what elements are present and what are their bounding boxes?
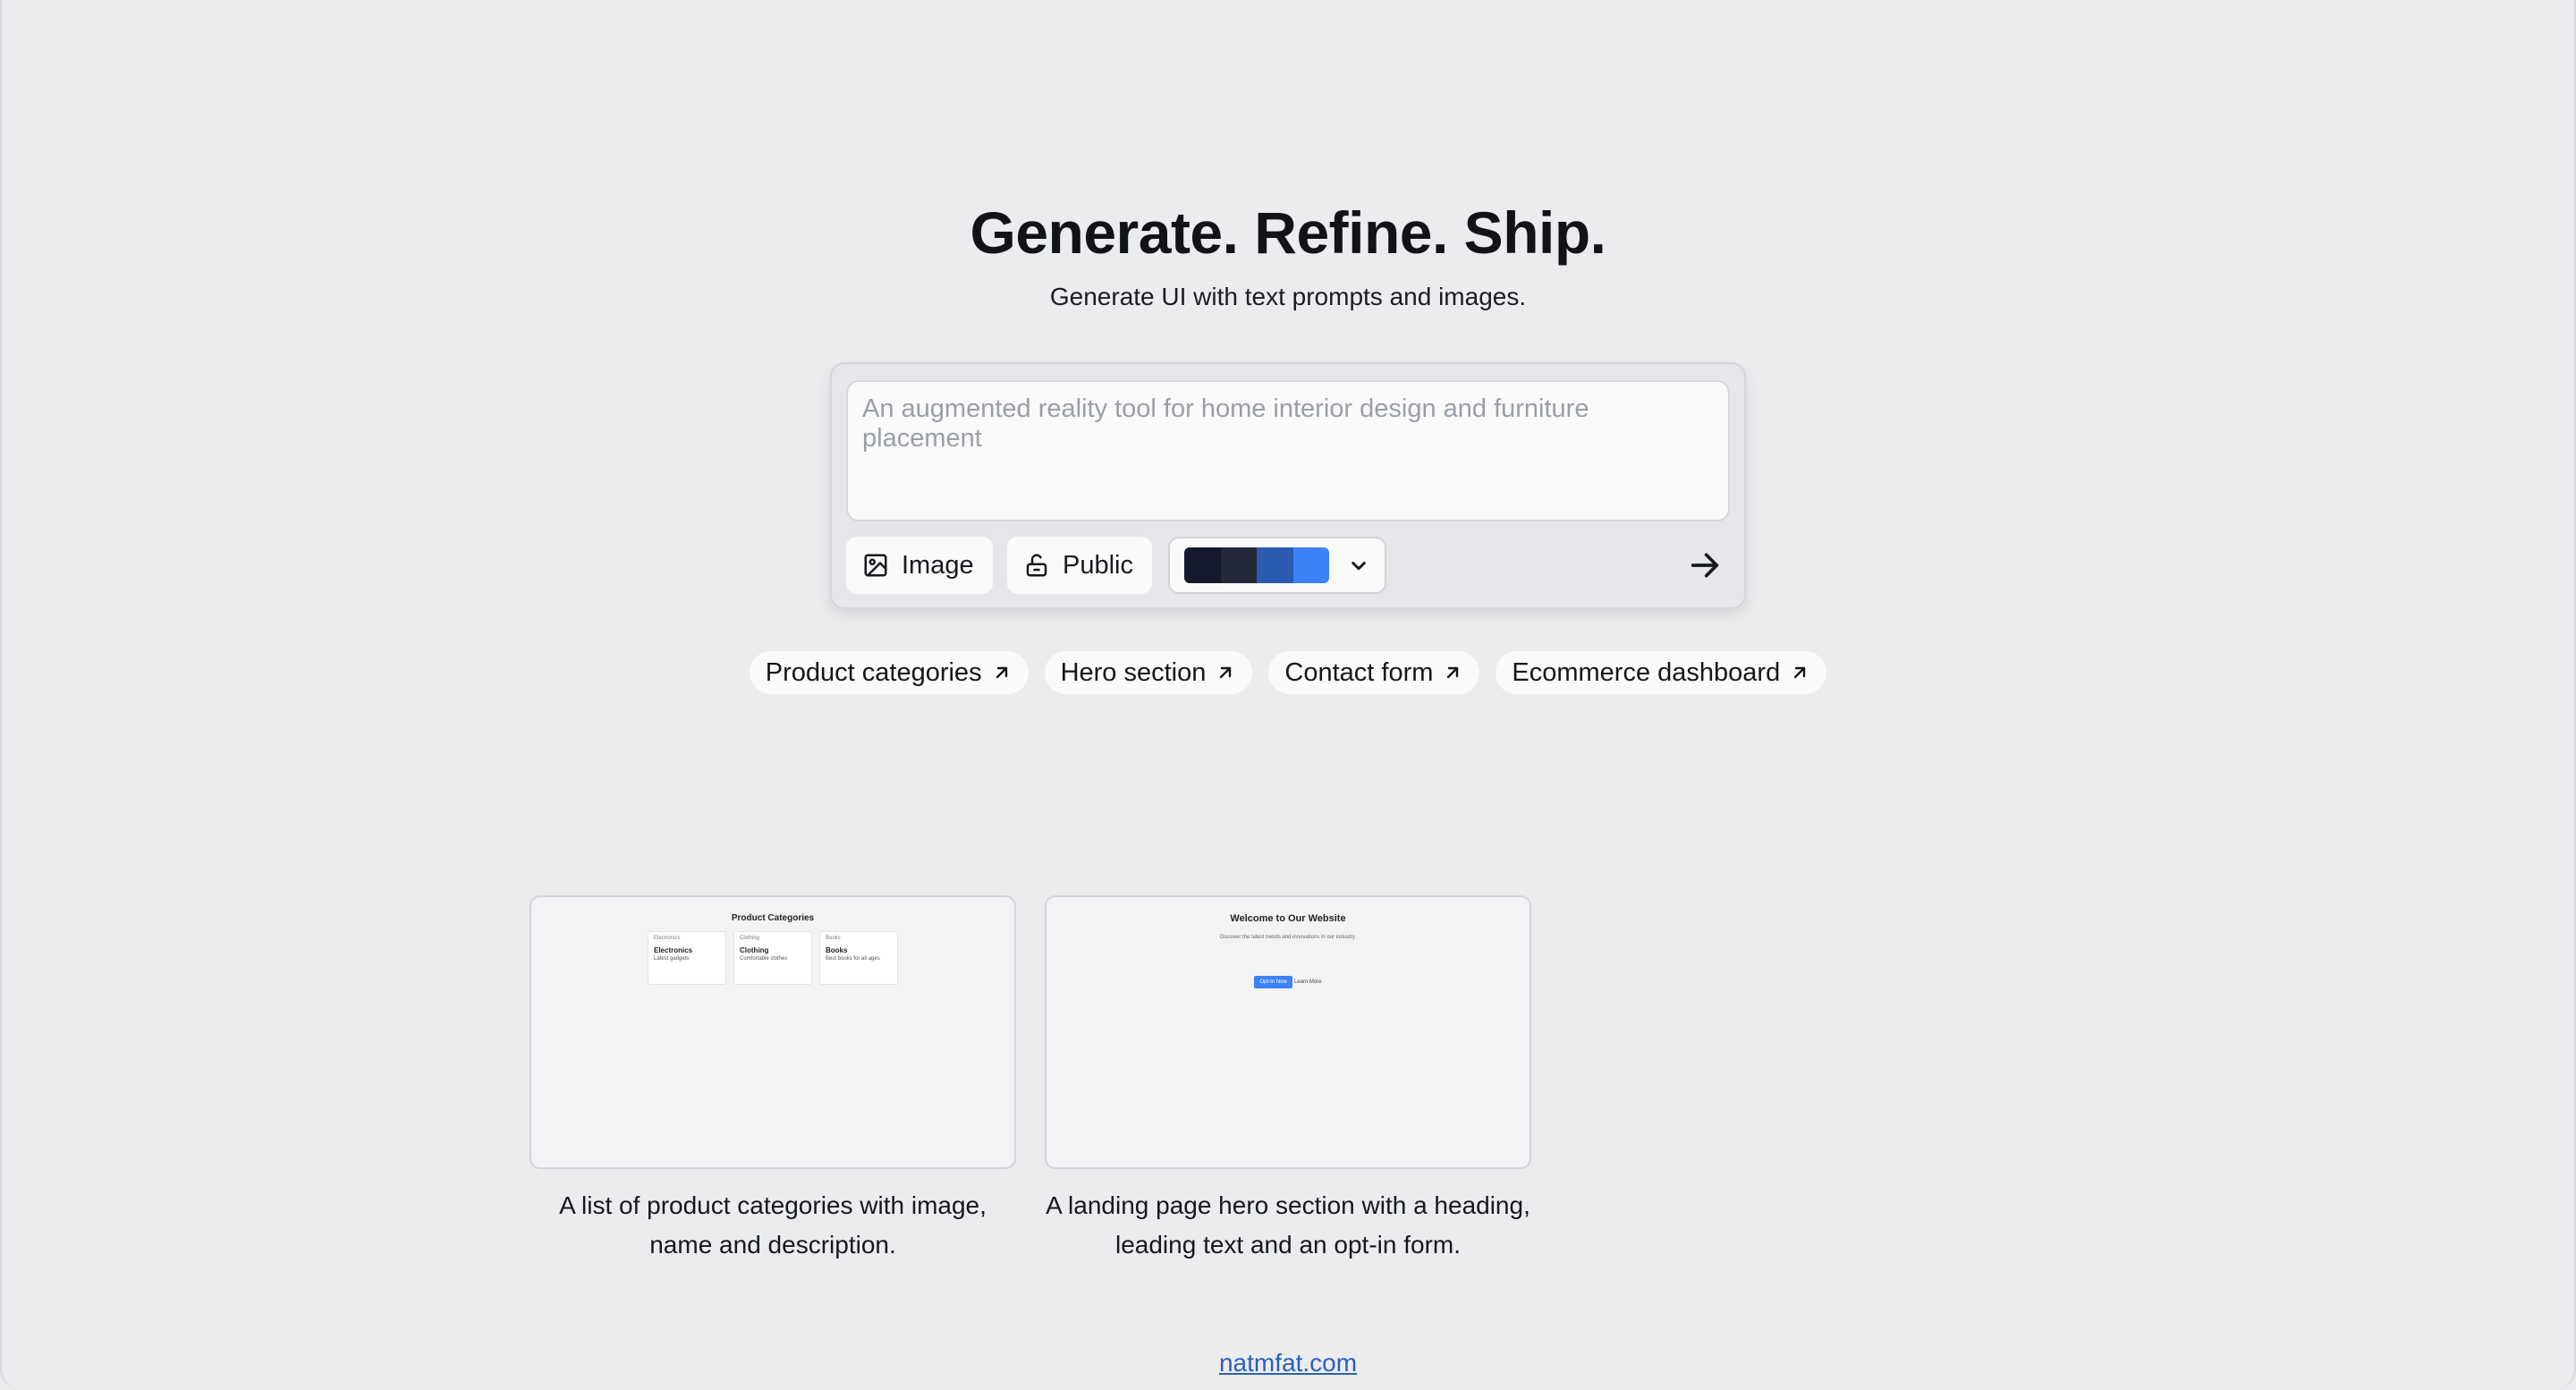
unlock-icon <box>1026 554 1047 577</box>
visibility-toggle-button[interactable]: Public <box>1007 537 1152 594</box>
image-icon <box>864 554 887 577</box>
prompt-composer: Image Public <box>830 362 1746 609</box>
preview-tile-desc: Best books for all ages <box>826 956 880 962</box>
image-button-label: Image <box>902 550 974 580</box>
suggestion-chips: Product categories Hero section Contact … <box>0 651 2576 694</box>
preview-optin-button: Opt-In Now <box>1254 976 1292 988</box>
preview-image-alt: Clothing <box>740 936 760 941</box>
preview-title: Product Categories <box>731 913 815 923</box>
footer-link[interactable]: natmfat.com <box>0 1349 2576 1377</box>
preview-tile-name: Books <box>826 946 848 954</box>
preview-tile: Electronics Electronics Latest gadgets <box>648 931 726 985</box>
example-card-product-categories[interactable]: Product Categories Electronics Electroni… <box>530 895 1016 1169</box>
swatch <box>1257 547 1293 583</box>
visibility-button-label: Public <box>1063 550 1133 580</box>
example-card-hero-section[interactable]: Welcome to Our Website Discover the late… <box>1045 895 1531 1169</box>
example-caption: A landing page hero section with a headi… <box>1046 1191 1530 1259</box>
arrow-up-right-icon <box>1220 666 1232 679</box>
swatch <box>1292 547 1329 583</box>
preview-tiles: Electronics Electronics Latest gadgets C… <box>648 931 898 985</box>
swatch <box>1184 547 1221 583</box>
theme-swatches <box>1184 547 1329 583</box>
chip-label: Hero section <box>1060 657 1207 687</box>
example-caption: A list of product categories with image,… <box>559 1191 987 1259</box>
arrow-up-right-icon <box>996 666 1007 679</box>
chip-label: Contact form <box>1284 657 1434 687</box>
preview-image-alt: Books <box>826 936 841 941</box>
image-upload-button[interactable]: Image <box>846 537 993 594</box>
preview-image-alt: Electronics <box>654 936 681 941</box>
page-subtitle: Generate UI with text prompts and images… <box>1049 283 1527 310</box>
preview-tile: Clothing Clothing Comfortable clothes <box>733 931 812 985</box>
submit-arrow-icon[interactable] <box>1687 547 1723 583</box>
theme-color-select[interactable] <box>1168 537 1386 594</box>
page-title: Generate. Refine. Ship. <box>970 199 1606 266</box>
arrow-up-right-icon <box>1794 666 1806 679</box>
preview-title: Welcome to Our Website <box>1230 913 1346 924</box>
suggestion-chip-contact-form[interactable]: Contact form <box>1268 651 1480 694</box>
preview-learn-more: Learn More <box>1293 979 1322 985</box>
suggestion-chip-ecommerce-dashboard[interactable]: Ecommerce dashboard <box>1496 651 1827 694</box>
swatch <box>1220 547 1257 583</box>
chip-label: Product categories <box>765 657 982 687</box>
prompt-input[interactable] <box>846 380 1730 521</box>
suggestion-chip-product-categories[interactable]: Product categories <box>749 651 1029 694</box>
suggestion-chip-hero-section[interactable]: Hero section <box>1044 651 1253 694</box>
preview-tile-name: Electronics <box>654 946 693 954</box>
preview-subtitle: Discover the latest trends and innovatio… <box>1220 935 1356 940</box>
preview-optin-form: Opt-In Now Learn More <box>1046 976 1530 988</box>
preview-tile-desc: Latest gadgets <box>654 956 690 962</box>
chip-label: Ecommerce dashboard <box>1512 657 1781 687</box>
arrow-up-right-icon <box>1447 666 1459 679</box>
preview-tile: Books Books Best books for all ages <box>819 931 898 985</box>
preview-tile-desc: Comfortable clothes <box>740 956 788 962</box>
chevron-down-icon <box>1352 562 1366 571</box>
preview-tile-name: Clothing <box>740 946 769 954</box>
